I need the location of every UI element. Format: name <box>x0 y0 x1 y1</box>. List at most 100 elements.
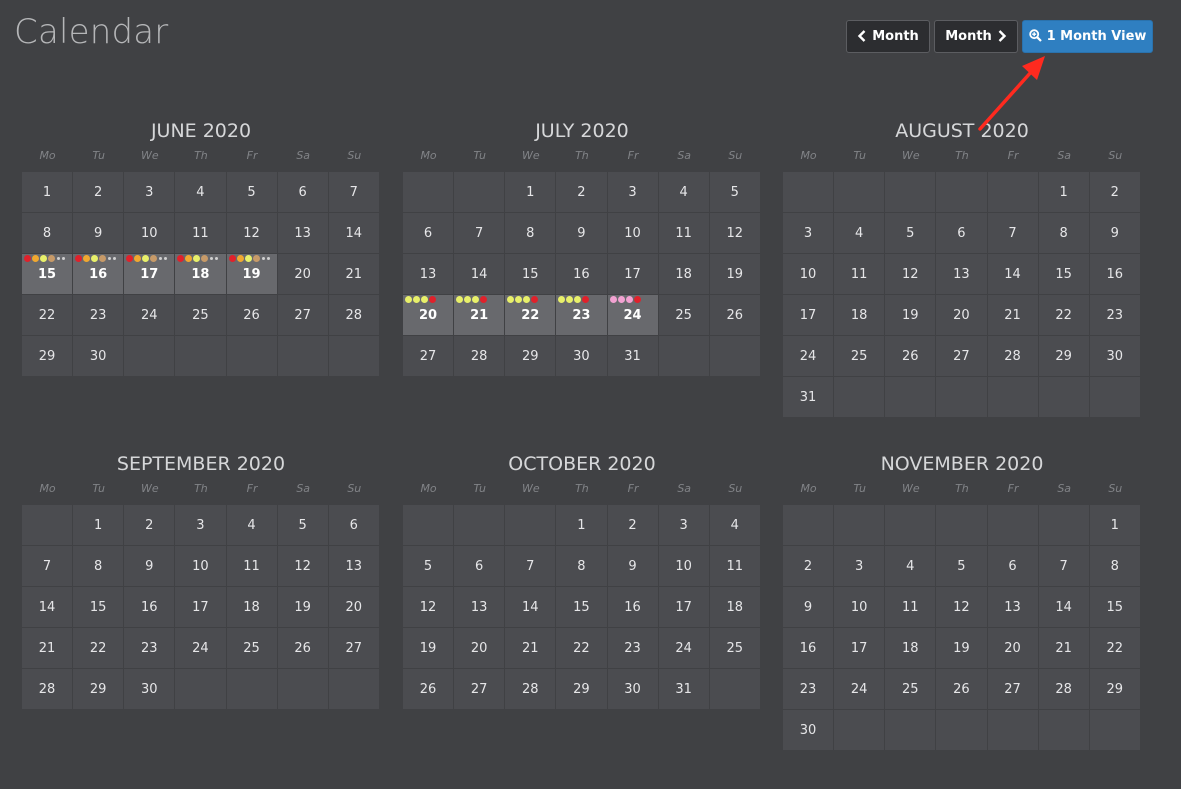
day-cell[interactable]: 23 <box>73 295 125 336</box>
day-cell[interactable]: 10 <box>783 254 835 295</box>
day-cell[interactable]: 9 <box>783 587 835 628</box>
day-cell[interactable]: 13 <box>936 254 988 295</box>
day-cell[interactable]: 4 <box>658 172 710 213</box>
day-cell[interactable]: 30 <box>1089 336 1141 377</box>
day-cell[interactable]: 28 <box>987 336 1039 377</box>
day-cell[interactable]: 14 <box>1038 587 1090 628</box>
day-cell[interactable]: 13 <box>987 587 1039 628</box>
day-cell[interactable]: 9 <box>1089 213 1141 254</box>
day-cell[interactable]: 27 <box>987 669 1039 710</box>
day-cell[interactable]: 4 <box>885 546 937 587</box>
day-cell[interactable]: 23 <box>783 669 835 710</box>
day-cell[interactable]: 2 <box>783 546 835 587</box>
day-cell[interactable]: 25 <box>834 336 886 377</box>
day-cell[interactable]: 22 <box>22 295 74 336</box>
day-cell[interactable]: 15 <box>73 587 125 628</box>
day-cell[interactable]: 19 <box>277 587 329 628</box>
day-cell[interactable]: 8 <box>556 546 608 587</box>
day-cell[interactable]: 10 <box>607 213 659 254</box>
day-cell[interactable]: 18 <box>658 254 710 295</box>
day-cell[interactable]: 20 <box>454 628 506 669</box>
day-cell-with-events[interactable]: 15 <box>22 254 74 295</box>
day-cell[interactable]: 11 <box>834 254 886 295</box>
day-cell[interactable]: 25 <box>658 295 710 336</box>
day-cell[interactable]: 23 <box>124 628 176 669</box>
day-cell[interactable]: 20 <box>987 628 1039 669</box>
day-cell[interactable]: 12 <box>226 213 278 254</box>
day-cell[interactable]: 7 <box>505 546 557 587</box>
day-cell[interactable]: 14 <box>454 254 506 295</box>
day-cell[interactable]: 12 <box>403 587 455 628</box>
day-cell[interactable]: 17 <box>175 587 227 628</box>
day-cell[interactable]: 26 <box>885 336 937 377</box>
day-cell[interactable]: 3 <box>783 213 835 254</box>
day-cell[interactable]: 17 <box>658 587 710 628</box>
day-cell[interactable]: 4 <box>226 505 278 546</box>
day-cell[interactable]: 12 <box>936 587 988 628</box>
day-cell[interactable]: 15 <box>556 587 608 628</box>
day-cell[interactable]: 26 <box>277 628 329 669</box>
day-cell[interactable]: 14 <box>22 587 74 628</box>
day-cell[interactable]: 7 <box>328 172 380 213</box>
day-cell[interactable]: 28 <box>505 669 557 710</box>
day-cell[interactable]: 14 <box>505 587 557 628</box>
day-cell[interactable]: 29 <box>73 669 125 710</box>
day-cell[interactable]: 2 <box>124 505 176 546</box>
day-cell[interactable]: 28 <box>1038 669 1090 710</box>
day-cell[interactable]: 19 <box>403 628 455 669</box>
day-cell[interactable]: 10 <box>658 546 710 587</box>
day-cell[interactable]: 14 <box>987 254 1039 295</box>
day-cell[interactable]: 4 <box>834 213 886 254</box>
day-cell[interactable]: 27 <box>454 669 506 710</box>
day-cell[interactable]: 26 <box>709 295 761 336</box>
day-cell[interactable]: 11 <box>175 213 227 254</box>
day-cell[interactable]: 7 <box>22 546 74 587</box>
day-cell[interactable]: 7 <box>454 213 506 254</box>
day-cell[interactable]: 31 <box>607 336 659 377</box>
day-cell[interactable]: 12 <box>277 546 329 587</box>
day-cell[interactable]: 30 <box>124 669 176 710</box>
day-cell[interactable]: 18 <box>709 587 761 628</box>
day-cell[interactable]: 2 <box>607 505 659 546</box>
day-cell[interactable]: 29 <box>22 336 74 377</box>
day-cell[interactable]: 26 <box>226 295 278 336</box>
day-cell[interactable]: 25 <box>175 295 227 336</box>
day-cell[interactable]: 22 <box>73 628 125 669</box>
day-cell[interactable]: 1 <box>556 505 608 546</box>
day-cell[interactable]: 2 <box>556 172 608 213</box>
day-cell[interactable]: 23 <box>1089 295 1141 336</box>
day-cell[interactable]: 24 <box>834 669 886 710</box>
day-cell[interactable]: 5 <box>226 172 278 213</box>
day-cell[interactable]: 20 <box>936 295 988 336</box>
day-cell[interactable]: 30 <box>607 669 659 710</box>
day-cell[interactable]: 12 <box>885 254 937 295</box>
day-cell[interactable]: 27 <box>328 628 380 669</box>
day-cell[interactable]: 31 <box>783 377 835 418</box>
day-cell[interactable]: 16 <box>1089 254 1141 295</box>
day-cell-with-events[interactable]: 24 <box>607 295 659 336</box>
day-cell[interactable]: 19 <box>709 254 761 295</box>
day-cell[interactable]: 25 <box>885 669 937 710</box>
day-cell[interactable]: 1 <box>1089 505 1141 546</box>
day-cell[interactable]: 21 <box>987 295 1039 336</box>
day-cell[interactable]: 10 <box>834 587 886 628</box>
day-cell[interactable]: 1 <box>22 172 74 213</box>
day-cell[interactable]: 14 <box>328 213 380 254</box>
one-month-view-button[interactable]: 1 Month View <box>1022 20 1153 53</box>
day-cell[interactable]: 19 <box>885 295 937 336</box>
day-cell[interactable]: 29 <box>505 336 557 377</box>
day-cell[interactable]: 17 <box>607 254 659 295</box>
day-cell[interactable]: 27 <box>403 336 455 377</box>
day-cell[interactable]: 25 <box>709 628 761 669</box>
day-cell[interactable]: 8 <box>22 213 74 254</box>
day-cell[interactable]: 15 <box>505 254 557 295</box>
day-cell[interactable]: 3 <box>175 505 227 546</box>
day-cell[interactable]: 9 <box>124 546 176 587</box>
day-cell[interactable]: 21 <box>328 254 380 295</box>
day-cell-with-events[interactable]: 19 <box>226 254 278 295</box>
day-cell[interactable]: 6 <box>277 172 329 213</box>
day-cell[interactable]: 4 <box>709 505 761 546</box>
day-cell[interactable]: 1 <box>505 172 557 213</box>
day-cell-with-events[interactable]: 21 <box>454 295 506 336</box>
day-cell[interactable]: 2 <box>1089 172 1141 213</box>
